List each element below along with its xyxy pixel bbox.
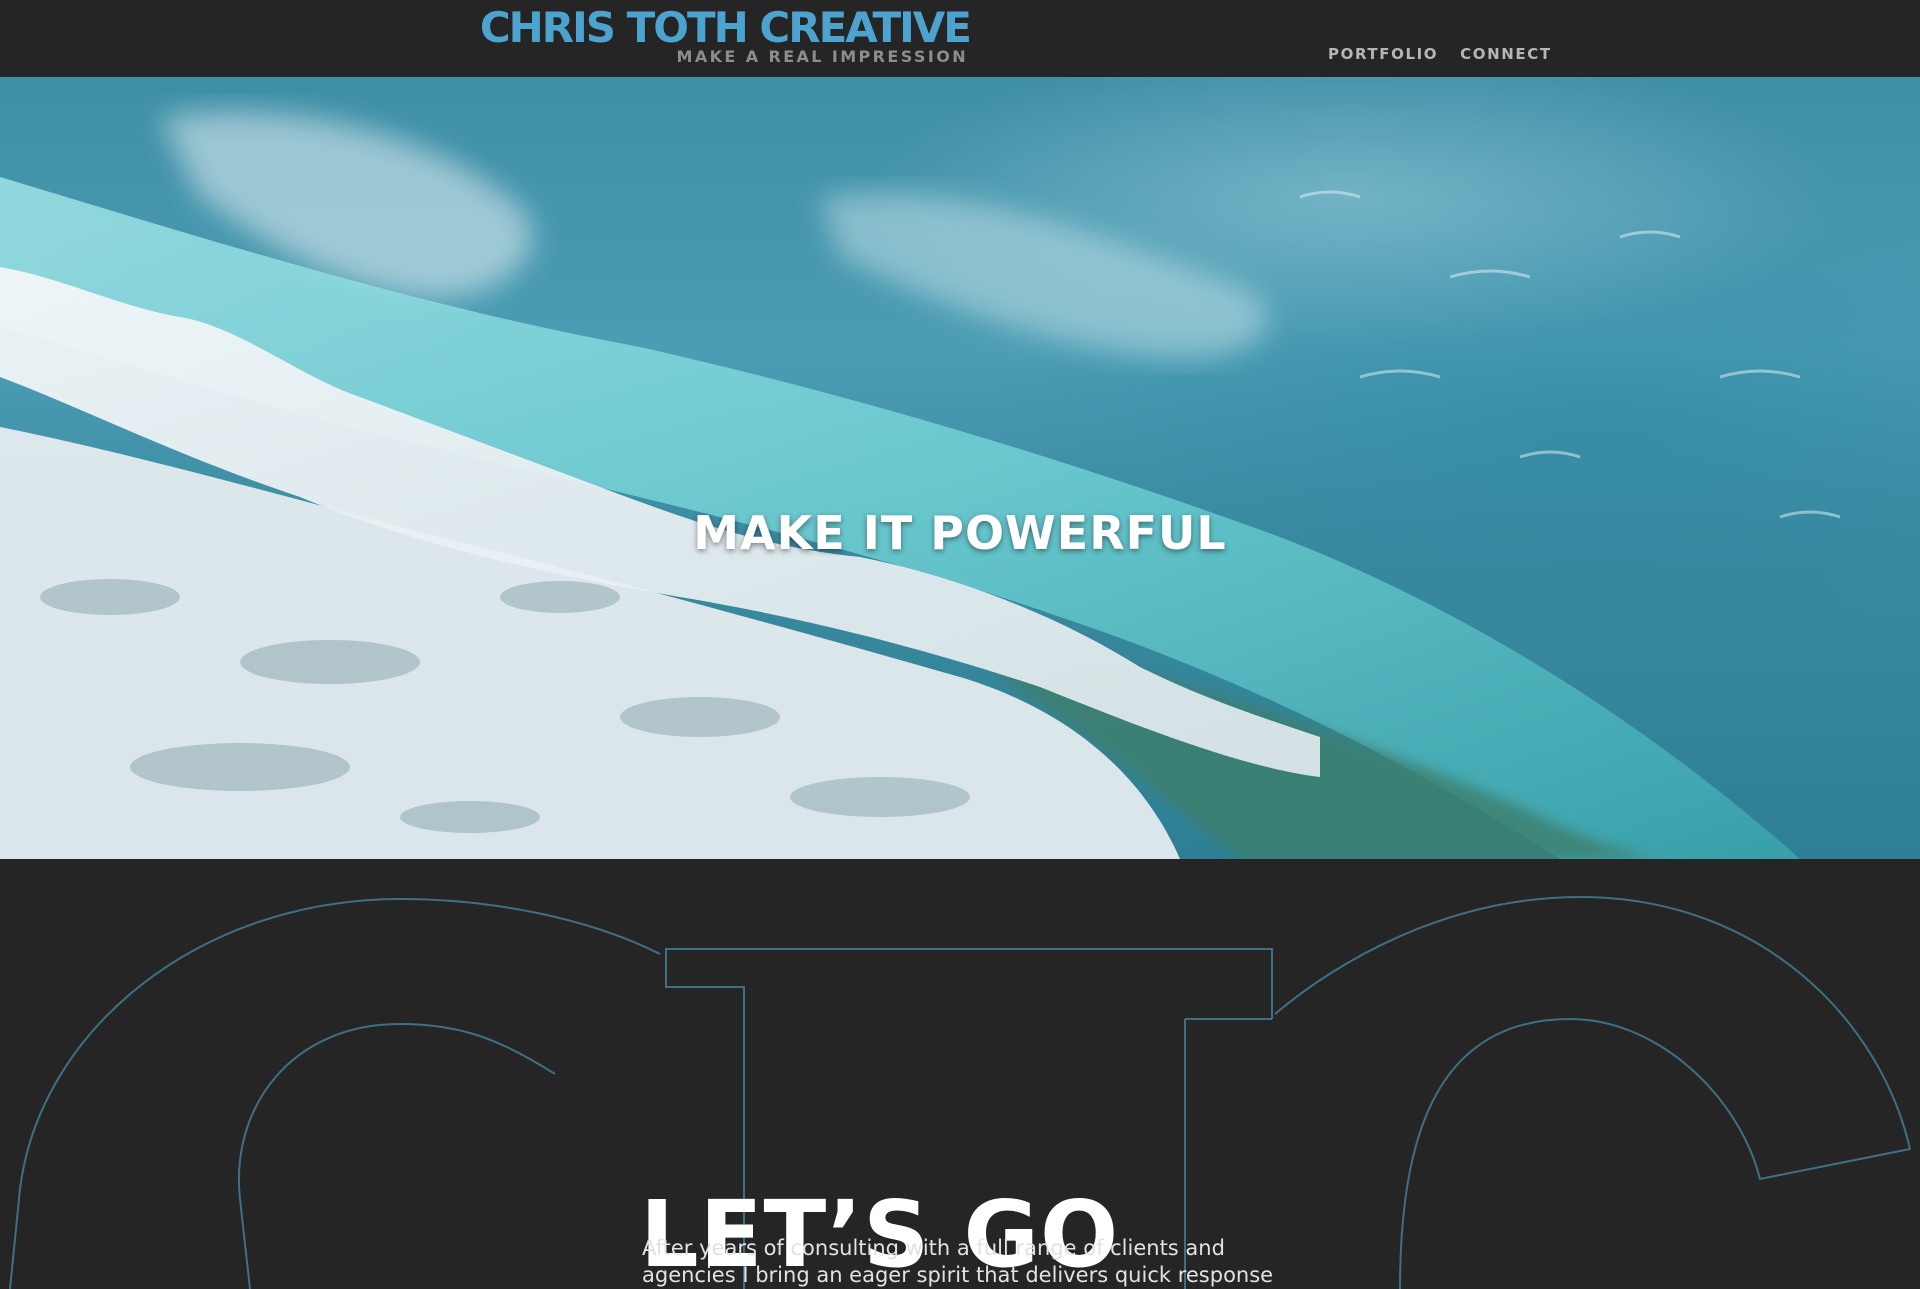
logo-tagline: MAKE A REAL IMPRESSION — [676, 47, 968, 66]
main-nav: PORTFOLIO CONNECT — [1328, 44, 1552, 64]
hero-wave-image — [0, 111, 1841, 859]
intro-body: After years of consulting with a full ra… — [642, 1236, 1274, 1287]
nav-link-portfolio[interactable]: PORTFOLIO — [1328, 44, 1438, 64]
intro-section: LET’S GO After years of consulting with … — [0, 859, 1920, 1289]
logo-name: CHRIS TOTH CREATIVE — [479, 3, 972, 52]
site-logo[interactable]: CHRIS TOTH CREATIVE MAKE A REAL IMPRESSI… — [342, 3, 972, 68]
nav-link-connect[interactable]: CONNECT — [1460, 44, 1552, 64]
hero-section: MAKE IT POWERFUL — [0, 77, 1920, 859]
site-header: CHRIS TOTH CREATIVE MAKE A REAL IMPRESSI… — [0, 0, 1920, 77]
hero-headline: MAKE IT POWERFUL — [693, 506, 1227, 560]
